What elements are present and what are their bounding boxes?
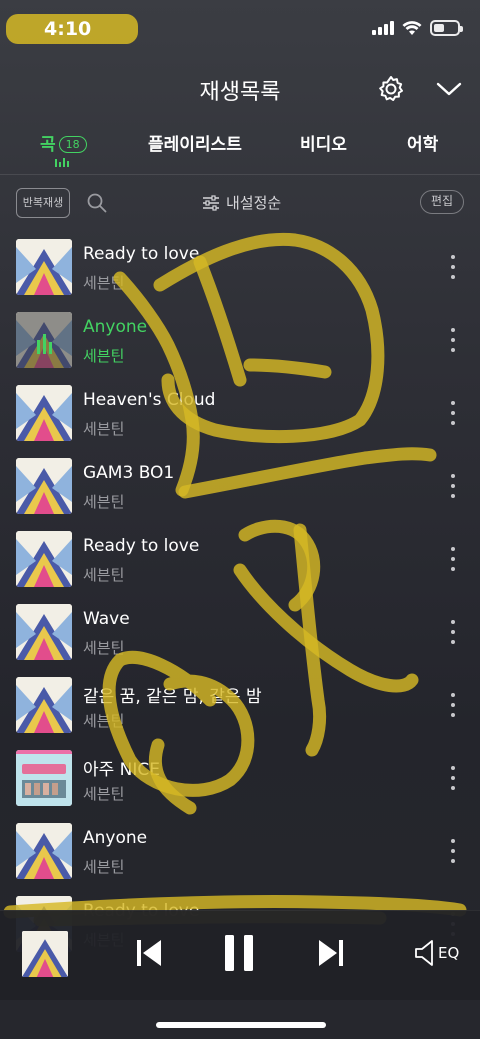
song-artist: 세븐틴 — [83, 858, 125, 876]
sort-label: 내설정순 — [226, 194, 282, 212]
song-row[interactable]: Ready to love 세븐틴 — [0, 230, 480, 303]
song-row[interactable]: Ready to love 세븐틴 — [0, 522, 480, 595]
song-artist: 세븐틴 — [83, 274, 125, 292]
settings-gear-icon[interactable] — [376, 74, 406, 104]
next-icon[interactable] — [316, 937, 346, 969]
album-cover — [16, 750, 72, 806]
album-cover — [16, 239, 72, 295]
song-title: Ready to love — [83, 536, 200, 556]
search-icon[interactable] — [86, 192, 108, 214]
album-cover — [16, 312, 72, 368]
song-row[interactable]: Heaven's Cloud 세븐틴 — [0, 376, 480, 449]
song-artist: 세븐틴 — [83, 493, 125, 511]
cellular-signal-icon — [372, 21, 394, 35]
song-title: GAM3 BO1 — [83, 463, 175, 483]
more-icon[interactable] — [446, 474, 460, 498]
song-row[interactable]: 아주 NICE 세븐틴 — [0, 741, 480, 814]
album-cover — [16, 604, 72, 660]
album-cover — [16, 458, 72, 514]
tab-bar: 곡 18 플레이리스트 비디오 어학 — [0, 124, 480, 174]
status-icons — [372, 20, 463, 36]
song-artist: 세븐틴 — [83, 420, 125, 438]
album-cover — [16, 385, 72, 441]
mini-player: EQ — [0, 910, 480, 1000]
divider — [0, 174, 480, 175]
more-icon[interactable] — [446, 693, 460, 717]
wifi-icon — [402, 20, 422, 35]
more-icon[interactable] — [446, 401, 460, 425]
more-icon[interactable] — [446, 547, 460, 571]
now-playing-cover[interactable] — [22, 931, 68, 977]
eq-button[interactable]: EQ — [414, 939, 459, 967]
tab-playlist[interactable]: 플레이리스트 — [148, 130, 242, 155]
pause-icon[interactable] — [222, 933, 256, 973]
song-artist: 세븐틴 — [83, 785, 125, 803]
album-cover — [16, 677, 72, 733]
song-title: 아주 NICE — [83, 760, 161, 780]
home-indicator — [156, 1022, 326, 1028]
song-row[interactable]: Anyone 세븐틴 — [0, 303, 480, 376]
header: 재생목록 — [0, 64, 480, 114]
eq-label: EQ — [438, 944, 460, 962]
album-cover — [16, 531, 72, 587]
song-count-badge: 18 — [58, 136, 87, 153]
toolbar: 반복재생 내설정순 편집 — [0, 186, 480, 222]
song-row[interactable]: Wave 세븐틴 — [0, 595, 480, 668]
eq-speaker-icon — [415, 940, 433, 966]
tab-songs[interactable]: 곡 18 — [40, 130, 87, 155]
battery-icon — [430, 20, 463, 36]
song-artist: 세븐틴 — [83, 712, 125, 730]
more-icon[interactable] — [446, 839, 460, 863]
chevron-down-icon[interactable] — [434, 78, 464, 100]
song-title: Anyone — [83, 828, 148, 848]
more-icon[interactable] — [446, 255, 460, 279]
song-title: 같은 꿈, 같은 맘, 같은 밤 — [83, 687, 262, 707]
now-playing-indicator-icon — [16, 312, 72, 368]
song-artist: 세븐틴 — [83, 566, 125, 584]
previous-icon[interactable] — [134, 937, 164, 969]
song-title: Wave — [83, 609, 130, 629]
playing-eq-icon — [55, 158, 69, 167]
more-icon[interactable] — [446, 766, 460, 790]
song-title: Heaven's Cloud — [83, 390, 216, 410]
sort-button[interactable]: 내설정순 — [202, 192, 281, 213]
page-title: 재생목록 — [199, 80, 281, 105]
song-row[interactable]: Anyone 세븐틴 — [0, 814, 480, 887]
more-icon[interactable] — [446, 620, 460, 644]
status-bar: 4:10 — [0, 0, 480, 62]
tab-video[interactable]: 비디오 — [300, 130, 347, 155]
song-row[interactable]: GAM3 BO1 세븐틴 — [0, 449, 480, 522]
album-cover-image — [22, 931, 68, 977]
repeat-button[interactable]: 반복재생 — [16, 188, 70, 218]
song-title: Ready to love — [83, 244, 200, 264]
tab-songs-label: 곡 — [40, 135, 56, 155]
more-icon[interactable] — [446, 328, 460, 352]
song-artist: 세븐틴 — [83, 639, 125, 657]
song-title: Anyone — [83, 317, 148, 337]
album-cover — [16, 823, 72, 879]
sort-sliders-icon — [203, 194, 219, 211]
tab-language[interactable]: 어학 — [407, 130, 438, 155]
song-artist: 세븐틴 — [83, 347, 125, 365]
song-row[interactable]: 같은 꿈, 같은 맘, 같은 밤세븐틴 — [0, 668, 480, 741]
edit-button[interactable]: 편집 — [420, 190, 464, 214]
status-time: 4:10 — [44, 18, 92, 40]
